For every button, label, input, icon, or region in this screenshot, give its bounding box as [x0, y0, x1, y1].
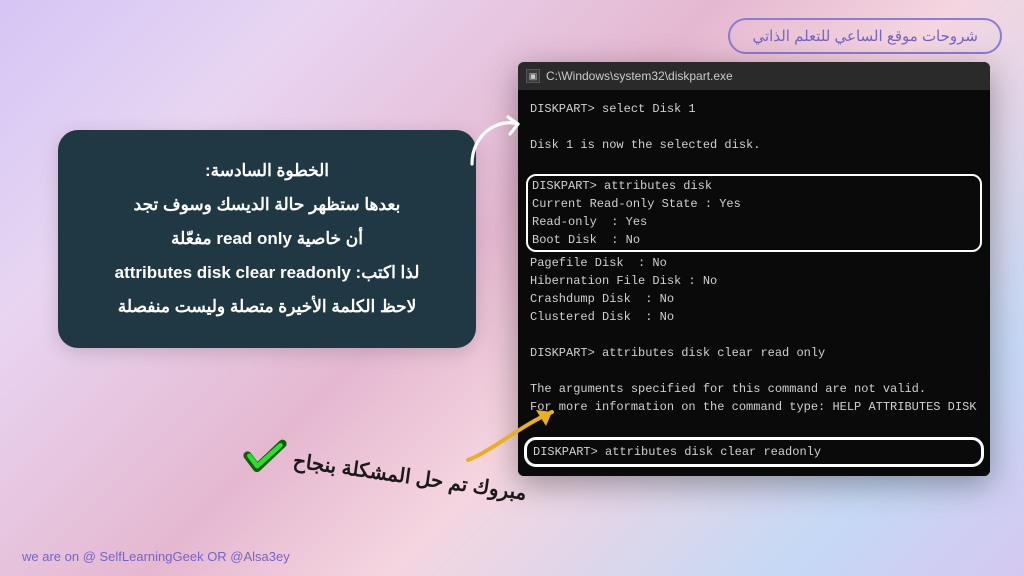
term-line: Pagefile Disk : No [530, 254, 978, 272]
footer-credit: we are on @ SelfLearningGeek OR @Alsa3ey [22, 549, 290, 564]
term-line [530, 470, 978, 476]
card-line: لذا اكتب: attributes disk clear readonly [80, 256, 454, 290]
term-line [530, 118, 978, 136]
term-line: Current Read-only State : Yes [532, 195, 976, 213]
card-code: attributes disk clear readonly [115, 256, 351, 290]
term-line: Read-only : Yes [532, 213, 976, 231]
highlight-attributes-output: DISKPART> attributes disk Current Read-o… [526, 174, 982, 252]
terminal-titlebar: ▣ C:\Windows\system32\diskpart.exe [518, 62, 990, 90]
term-line: Boot Disk : No [532, 231, 976, 249]
term-line [530, 362, 978, 380]
card-line: لاحظ الكلمة الأخيرة متصلة وليست منفصلة [80, 290, 454, 324]
site-badge: شروحات موقع الساعي للتعلم الذاتي [728, 18, 1002, 54]
card-line: بعدها ستظهر حالة الديسك وسوف تجد [80, 188, 454, 222]
term-line: DISKPART> attributes disk [532, 177, 976, 195]
card-text: مفعّلة [171, 229, 216, 248]
terminal-body[interactable]: DISKPART> select Disk 1 Disk 1 is now th… [518, 90, 990, 476]
term-line: Clustered Disk : No [530, 308, 978, 326]
highlight-correct-command: DISKPART> attributes disk clear readonly [524, 437, 984, 467]
term-line: DISKPART> select Disk 1 [530, 100, 978, 118]
term-line [530, 416, 978, 434]
card-code: read only [216, 222, 292, 256]
term-line: Disk 1 is now the selected disk. [530, 136, 978, 154]
card-text: لذا اكتب: [351, 263, 420, 282]
checkmark-icon [239, 431, 289, 481]
term-line: DISKPART> attributes disk clear readonly [533, 443, 975, 461]
term-line: For more information on the command type… [530, 398, 978, 416]
card-line: أن خاصية read only مفعّلة [80, 222, 454, 256]
term-line: Crashdump Disk : No [530, 290, 978, 308]
curved-arrow-icon [460, 104, 532, 176]
term-line: The arguments specified for this command… [530, 380, 978, 398]
term-line: Hibernation File Disk : No [530, 272, 978, 290]
term-line [530, 326, 978, 344]
terminal-title: C:\Windows\system32\diskpart.exe [546, 69, 733, 83]
cmd-icon: ▣ [526, 69, 540, 83]
term-line: DISKPART> attributes disk clear read onl… [530, 344, 978, 362]
card-title: الخطوة السادسة: [80, 154, 454, 188]
step-card: الخطوة السادسة: بعدها ستظهر حالة الديسك … [58, 130, 476, 348]
card-text: أن خاصية [292, 229, 363, 248]
terminal-window: ▣ C:\Windows\system32\diskpart.exe DISKP… [518, 62, 990, 476]
term-line [530, 154, 978, 172]
